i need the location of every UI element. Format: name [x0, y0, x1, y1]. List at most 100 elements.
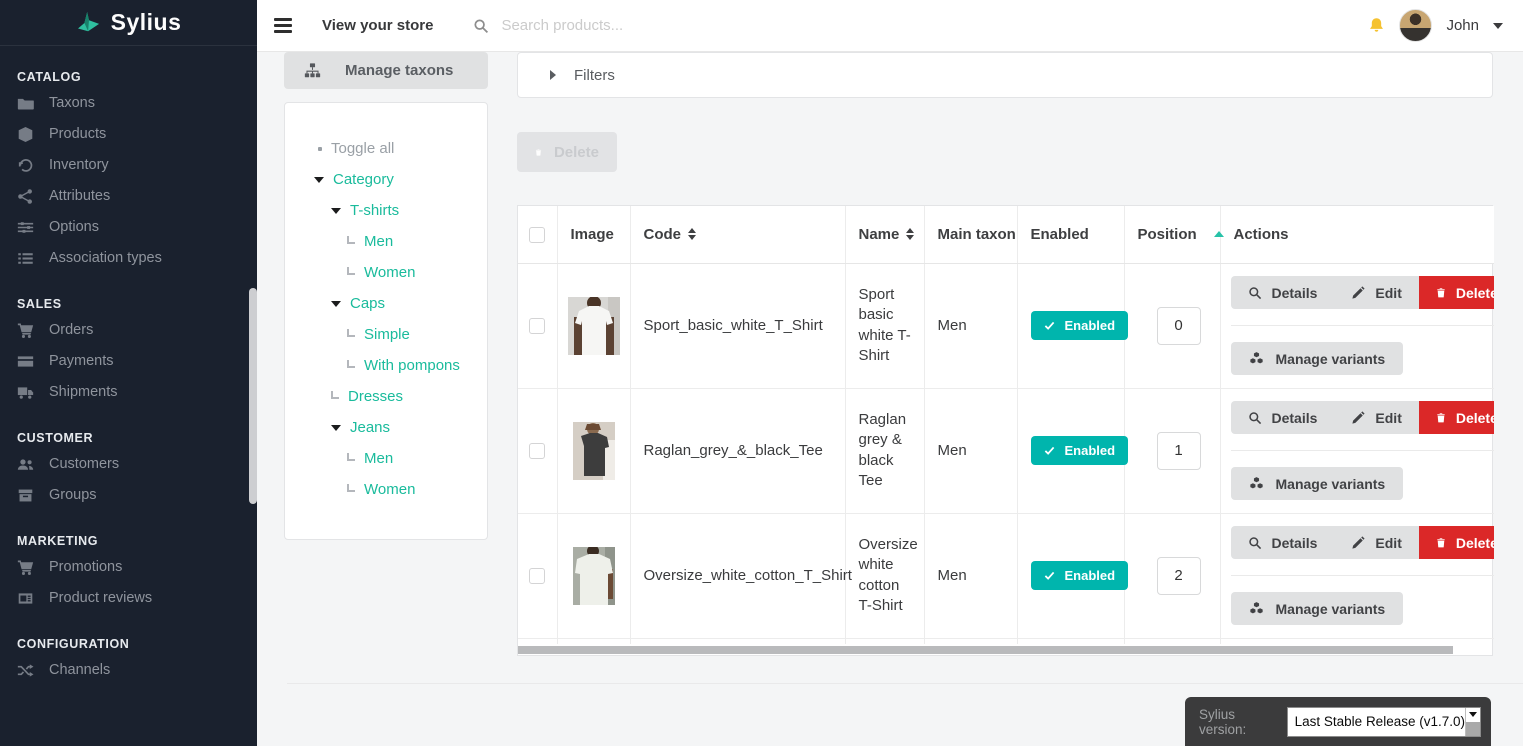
trash-icon: [1436, 411, 1446, 425]
sidebar-item-label: Products: [49, 126, 107, 142]
branch-icon: [331, 390, 339, 399]
sidebar-item-label: Attributes: [49, 188, 111, 204]
row-checkbox[interactable]: [529, 568, 546, 585]
user-avatar[interactable]: [1399, 9, 1433, 42]
tree-item-simple[interactable]: Simple: [285, 319, 487, 350]
sidebar-item-inventory[interactable]: Inventory: [17, 150, 240, 180]
sidebar-item-payments[interactable]: Payments: [17, 346, 240, 376]
position-input[interactable]: [1156, 431, 1201, 470]
tree-item-jeans-women[interactable]: Women: [285, 474, 487, 505]
sidebar-section-sales: SALES Orders Payments Shipments: [0, 297, 257, 407]
sidebar-item-orders[interactable]: Orders: [17, 315, 240, 345]
tree-item-tshirts[interactable]: T-shirts: [285, 195, 487, 226]
sidebar-item-association-types[interactable]: Association types: [17, 243, 240, 273]
details-button[interactable]: Details: [1230, 276, 1335, 309]
tree-item-women[interactable]: Women: [285, 257, 487, 288]
edit-label: Edit: [1375, 284, 1402, 301]
user-name[interactable]: John: [1446, 17, 1479, 34]
header-image: Image: [556, 206, 630, 264]
tree-item-jeans[interactable]: Jeans: [285, 412, 487, 443]
sidebar-item-attributes[interactable]: Attributes: [17, 181, 240, 211]
section-title: CONFIGURATION: [17, 637, 130, 651]
pencil-icon: [1351, 411, 1365, 425]
truck-icon: [17, 384, 34, 401]
sidebar-item-product-reviews[interactable]: Product reviews: [17, 583, 240, 613]
select-arrow-icon: [1465, 707, 1480, 736]
position-input[interactable]: [1156, 306, 1201, 345]
brand-name: Sylius: [110, 9, 182, 35]
sidebar-item-shipments[interactable]: Shipments: [17, 377, 240, 407]
brand-logo[interactable]: Sylius: [0, 0, 257, 46]
section-title: CATALOG: [17, 70, 82, 84]
sidebar-item-groups[interactable]: Groups: [17, 480, 240, 510]
main-content: Filters Delete Image Code Name Main taxo…: [517, 52, 1494, 656]
manage-variants-button[interactable]: Manage variants: [1230, 467, 1404, 500]
sort-ascending-icon: [1213, 231, 1224, 238]
tree-label: Caps: [350, 295, 386, 312]
tree-item-caps[interactable]: Caps: [285, 288, 487, 319]
tree-toggle-all[interactable]: Toggle all: [285, 133, 487, 164]
user-menu-caret-icon[interactable]: [1493, 22, 1503, 29]
product-main-taxon: Men: [923, 262, 1017, 388]
sidebar-item-label: Shipments: [49, 384, 118, 400]
edit-button[interactable]: Edit: [1334, 526, 1419, 559]
caret-down-icon: [314, 176, 324, 183]
sort-by-position[interactable]: Position: [1138, 226, 1224, 243]
hamburger-menu-icon[interactable]: [274, 15, 292, 36]
tree-label: Simple: [364, 326, 410, 343]
sidebar-item-label: Customers: [49, 456, 120, 472]
delete-label: Delete: [1455, 534, 1494, 551]
sidebar-item-promotions[interactable]: Promotions: [17, 552, 240, 582]
sort-by-code[interactable]: Code: [644, 226, 696, 243]
position-input[interactable]: [1156, 556, 1201, 595]
sidebar-item-products[interactable]: Products: [17, 119, 240, 149]
branch-icon: [347, 452, 355, 461]
sort-by-name[interactable]: Name: [859, 226, 915, 243]
sidebar-item-channels[interactable]: Channels: [17, 655, 240, 685]
cube-icon: [17, 126, 34, 143]
manage-taxons-button[interactable]: Manage taxons: [284, 52, 488, 89]
edit-button[interactable]: Edit: [1334, 276, 1419, 309]
products-table: Image Code Name Main taxon Enabled Posit…: [518, 206, 1494, 644]
search-input[interactable]: [501, 17, 1102, 34]
row-checkbox[interactable]: [529, 443, 546, 460]
sidebar-item-taxons[interactable]: Taxons: [17, 88, 240, 118]
delete-button[interactable]: Delete: [1418, 276, 1494, 309]
version-select-value: Last Stable Release (v1.7.0): [1294, 714, 1465, 729]
cubes-icon: [1249, 601, 1264, 616]
product-main-taxon: Men: [923, 387, 1017, 513]
tree-item-jeans-men[interactable]: Men: [285, 443, 487, 474]
tree-item-dresses[interactable]: Dresses: [285, 381, 487, 412]
section-title: MARKETING: [17, 534, 99, 548]
sidebar-item-customers[interactable]: Customers: [17, 449, 240, 479]
manage-variants-button[interactable]: Manage variants: [1230, 592, 1404, 625]
delete-button[interactable]: Delete: [1418, 401, 1494, 434]
manage-variants-button[interactable]: Manage variants: [1230, 342, 1404, 375]
delete-button[interactable]: Delete: [1418, 526, 1494, 559]
tree-label: Category: [333, 171, 394, 188]
details-button[interactable]: Details: [1230, 401, 1335, 434]
version-panel: Sylius version: Last Stable Release (v1.…: [1185, 697, 1491, 746]
filters-accordion[interactable]: Filters: [517, 52, 1493, 98]
check-icon: [1044, 320, 1055, 331]
actions-divider: [1230, 450, 1494, 451]
view-store-link[interactable]: View your store: [322, 17, 433, 34]
row-checkbox[interactable]: [529, 318, 546, 335]
bell-icon[interactable]: [1368, 17, 1385, 34]
sidebar-item-options[interactable]: Options: [17, 212, 240, 242]
users-icon: [17, 456, 34, 473]
edit-button[interactable]: Edit: [1334, 401, 1419, 434]
bulk-delete-button[interactable]: Delete: [517, 132, 617, 172]
select-all-checkbox[interactable]: [529, 226, 546, 243]
tree-item-with-pompons[interactable]: With pompons: [285, 350, 487, 381]
version-select[interactable]: Last Stable Release (v1.7.0): [1286, 706, 1481, 737]
sidebar-scrollbar[interactable]: [249, 288, 257, 504]
tree-item-men[interactable]: Men: [285, 226, 487, 257]
details-button[interactable]: Details: [1230, 526, 1335, 559]
horizontal-scrollbar-thumb[interactable]: [518, 646, 1453, 654]
search-icon: [1248, 411, 1262, 425]
details-label: Details: [1271, 409, 1318, 426]
sidebar-item-label: Options: [49, 219, 99, 235]
sidebar-section-marketing: MARKETING Promotions Product reviews: [0, 534, 257, 613]
tree-item-category[interactable]: Category: [285, 164, 487, 195]
